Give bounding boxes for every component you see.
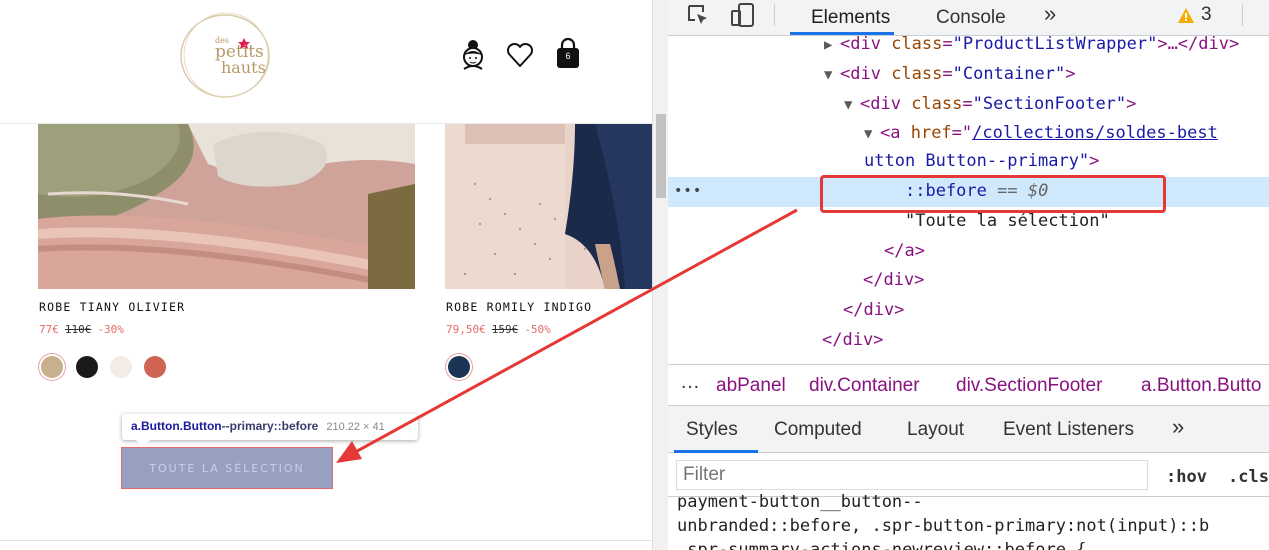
dom-tree: ▶ <div class="ProductListWrapper">…</div>… [668,36,1269,362]
product-price-2: 79,50€ 159€ -50% [446,323,551,336]
breadcrumb-overflow-icon[interactable]: … [680,371,700,394]
dom-close-a[interactable]: </a> [884,237,925,267]
css-rules-pane: payment-button__button-- unbranded::befo… [668,490,1269,550]
color-swatch[interactable] [110,356,132,378]
old-price: 110€ [64,323,92,336]
device-toolbar-button[interactable] [730,0,756,30]
breadcrumb-item[interactable]: abPanel [716,375,786,397]
color-swatch[interactable] [76,356,98,378]
dom-close-div[interactable]: </div> [843,296,904,326]
breadcrumb-item[interactable]: a.Button.Butto [1141,375,1261,397]
heart-icon [506,42,534,67]
tab-layout[interactable]: Layout [907,406,964,453]
dom-node-sectionfooter[interactable]: ▼ <div class="SectionFooter"> [844,90,1136,120]
dom-node-anchor-class: utton Button--primary"> [864,151,1100,171]
more-styles-tabs[interactable]: » [1172,403,1184,450]
css-selector-line[interactable]: payment-button__button-- [677,492,923,512]
hover-state-toggle[interactable]: :hov [1166,467,1207,487]
product-image-tiany[interactable] [38,124,415,289]
tooltip-selector-class: a.Button.Button [131,419,222,433]
old-price: 159€ [491,323,519,336]
expand-arrow-icon[interactable]: ▼ [864,120,880,148]
discount-percent: -50% [524,323,551,336]
node-actions-menu[interactable]: ••• [674,183,702,199]
tab-styles[interactable]: Styles [686,406,738,453]
class-toggle[interactable]: .cls [1228,467,1269,487]
tooltip-selector-pseudo: --primary::before [221,419,319,433]
tab-console[interactable]: Console [936,0,1006,36]
inspect-element-button[interactable] [686,0,710,30]
discount-percent: -30% [97,323,124,336]
product-price-1: 77€ 110€ -30% [39,323,124,336]
scrollbar-thumb[interactable] [656,114,666,198]
see-all-button[interactable]: TOUTE LA SÉLECTION [121,447,333,489]
warning-icon [1178,7,1194,23]
tooltip-dimensions: 210.22 × 41 [326,421,385,433]
collapse-arrow-icon[interactable]: ▶ [824,36,840,59]
product-photo-bedding [38,124,415,289]
product-name-1[interactable]: ROBE TIANY OLIVIER [39,300,185,314]
dom-breadcrumb: … abPanel div.Container div.SectionFoote… [668,364,1269,406]
expand-arrow-icon[interactable]: ▼ [844,91,860,119]
devtools-toolbar: Elements Console » 3 [668,0,1269,36]
tab-computed[interactable]: Computed [774,406,862,453]
logo-word-hauts: hauts [221,58,266,77]
expand-arrow-icon[interactable]: ▼ [824,61,840,89]
href-link[interactable]: /collections/soldes-best [972,123,1218,143]
web-page: des petits hauts 6 ROBE TIANY OLIVIER 77… [0,0,652,550]
active-tab-indicator [790,32,894,35]
sale-price: 77€ [39,323,59,336]
annotation-highlight-box [820,175,1166,213]
css-selector-line[interactable]: unbranded::before, .spr-button-primary:n… [677,516,1209,536]
color-swatch[interactable] [448,356,470,378]
divider [0,540,652,541]
tab-elements[interactable]: Elements [811,0,890,36]
styles-filter-input[interactable] [676,460,1148,490]
more-tabs-button[interactable]: » [1044,0,1056,32]
account-button[interactable] [456,38,490,72]
site-header: des petits hauts 6 [0,0,652,124]
inspect-icon [688,5,707,24]
dom-close-div[interactable]: </div> [863,266,924,296]
dom-close-div[interactable]: </div> [822,326,883,356]
product-name-2[interactable]: ROBE ROMILY INDIGO [446,300,592,314]
breadcrumb-item[interactable]: div.SectionFooter [956,375,1102,397]
site-logo[interactable]: des petits hauts [178,12,272,100]
person-icon [463,40,483,70]
warning-count: 3 [1201,4,1212,25]
wishlist-button[interactable] [503,38,537,72]
product-photo-dress [445,124,652,289]
dom-node-productlistwrapper[interactable]: ▶ <div class="ProductListWrapper">…</div> [824,36,1239,60]
breadcrumb-item[interactable]: div.Container [809,375,920,397]
device-toggle-icon [731,3,754,27]
inspect-tooltip: a.Button.Button--primary::before 210.22 ×… [122,414,418,447]
warnings-button[interactable]: 3 [1177,2,1235,28]
dom-node-container[interactable]: ▼ <div class="Container"> [824,60,1075,90]
color-swatch[interactable] [144,356,166,378]
toolbar-separator [774,4,775,26]
page-scrollbar[interactable] [652,0,668,550]
screenshot: des petits hauts 6 ROBE TIANY OLIVIER 77… [0,0,1269,550]
devtools-panel: Elements Console » 3 ▶ <div class="Produc… [668,0,1269,550]
color-swatch[interactable] [41,356,63,378]
cart-count-badge: 6 [565,51,571,61]
styles-tabbar: Styles Computed Layout Event Listeners » [668,406,1269,453]
css-selector-line[interactable]: .spr-summary-actions-newreview::before { [677,540,1086,550]
cart-button[interactable]: 6 [551,36,585,70]
sale-price: 79,50€ [446,323,486,336]
tab-event-listeners[interactable]: Event Listeners [1003,406,1134,453]
dom-node-anchor[interactable]: ▼ <a href="/collections/soldes-best [864,119,1218,149]
product-image-romily[interactable] [445,124,652,289]
toolbar-separator [1242,4,1243,26]
